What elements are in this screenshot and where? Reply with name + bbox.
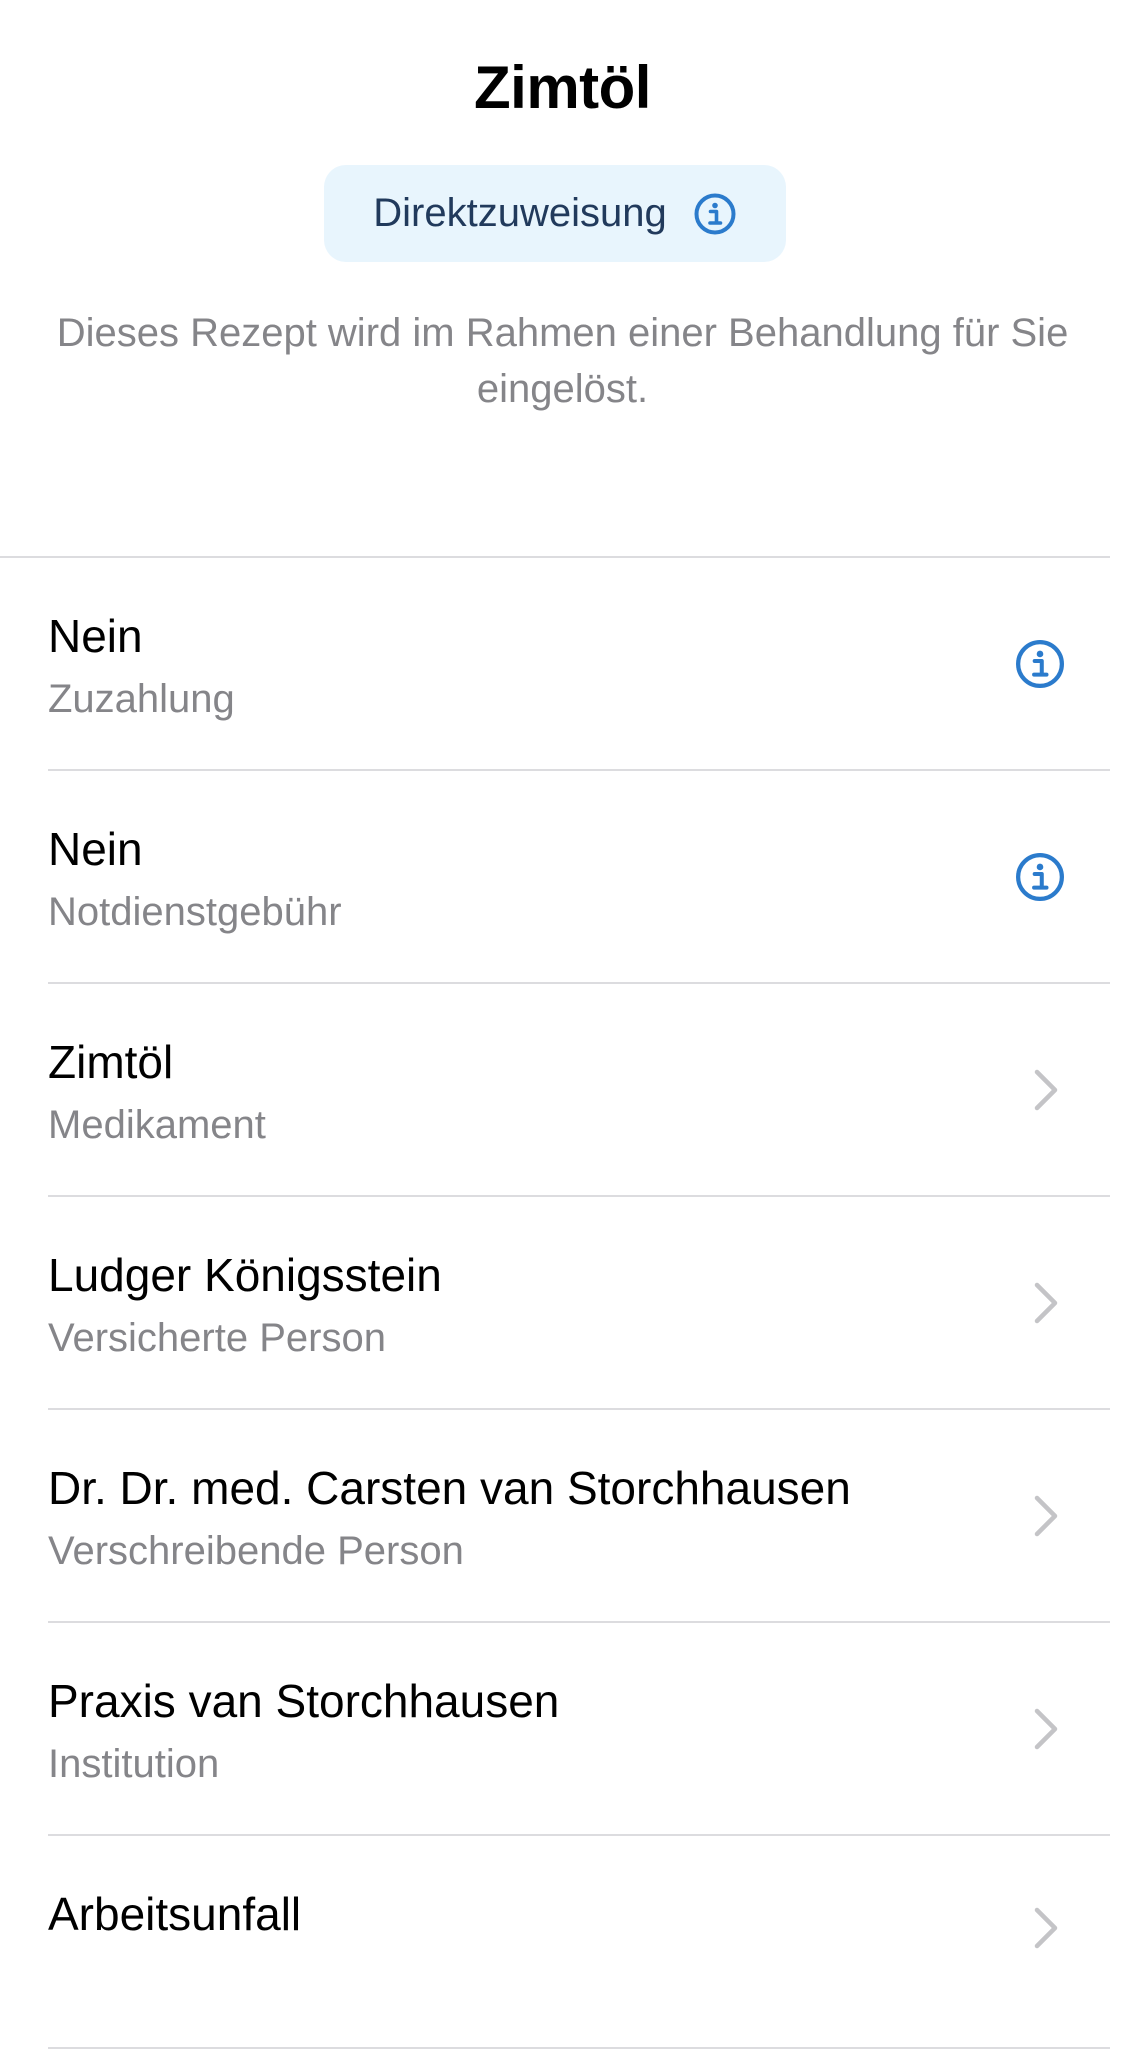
row-value: Nein <box>48 823 143 875</box>
row-value: Praxis van Storchhausen <box>48 1675 560 1727</box>
row-value: Nein <box>48 610 143 662</box>
chevron-right-icon <box>1032 1706 1060 1752</box>
row-label: Notdienstgebühr <box>48 890 342 934</box>
row-zuzahlung: Nein Zuzahlung <box>48 558 1110 771</box>
prescription-description: Dieses Rezept wird im Rahmen einer Behan… <box>56 311 1069 411</box>
row-arbeitsunfall[interactable]: Arbeitsunfall <box>48 1836 1110 2049</box>
chevron-right-icon <box>1032 1905 1060 1951</box>
row-medikament[interactable]: Zimtöl Medikament <box>48 984 1110 1197</box>
info-icon[interactable] <box>693 192 737 236</box>
direct-assignment-badge[interactable]: Direktzuweisung <box>324 165 786 262</box>
row-label: Zuzahlung <box>48 677 235 721</box>
row-versicherte-person[interactable]: Ludger Königsstein Versicherte Person <box>48 1197 1110 1410</box>
row-institution[interactable]: Praxis van Storchhausen Institution <box>48 1623 1110 1836</box>
row-value: Dr. Dr. med. Carsten van Storchhausen <box>48 1462 851 1514</box>
info-icon[interactable] <box>1014 638 1066 690</box>
chevron-right-icon <box>1032 1067 1060 1113</box>
row-value: Zimtöl <box>48 1036 174 1088</box>
page-title: Zimtöl <box>474 54 651 121</box>
row-label: Verschreibende Person <box>48 1529 464 1573</box>
badge-label: Direktzuweisung <box>373 191 667 235</box>
row-verschreibende-person[interactable]: Dr. Dr. med. Carsten van Storchhausen Ve… <box>48 1410 1110 1623</box>
row-value: Arbeitsunfall <box>48 1888 302 1940</box>
row-value: Ludger Königsstein <box>48 1249 442 1301</box>
info-icon[interactable] <box>1014 851 1066 903</box>
chevron-right-icon <box>1032 1493 1060 1539</box>
row-label: Institution <box>48 1742 220 1786</box>
row-label: Medikament <box>48 1103 266 1147</box>
row-label: Versicherte Person <box>48 1316 386 1360</box>
row-notdienstgebuehr: Nein Notdienstgebühr <box>48 771 1110 984</box>
prescription-details-list: Nein Zuzahlung Nein Notdienstgebühr Zimt… <box>0 556 1110 2049</box>
chevron-right-icon <box>1032 1280 1060 1326</box>
